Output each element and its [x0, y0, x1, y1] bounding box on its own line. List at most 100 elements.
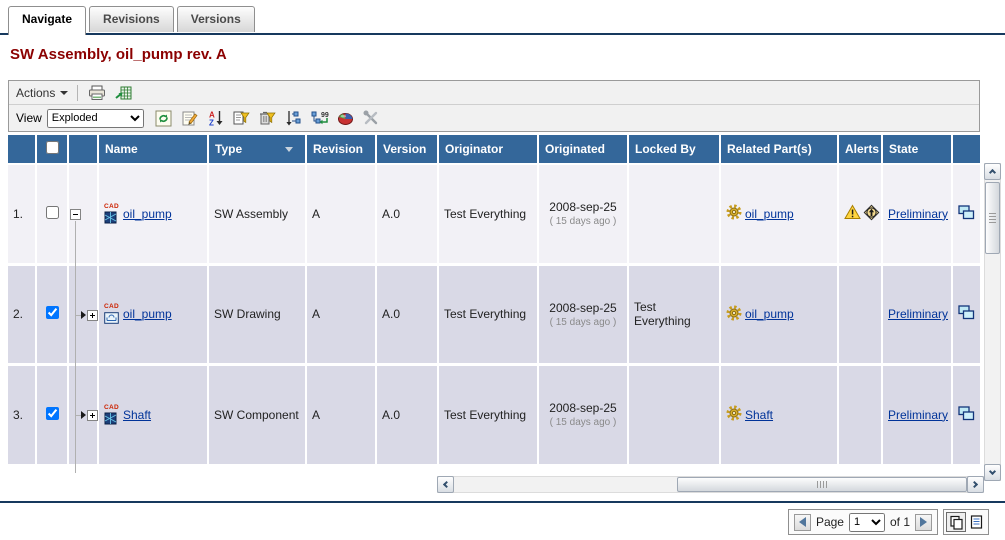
row-checkbox[interactable]	[46, 306, 59, 319]
related-part-link[interactable]: Shaft	[745, 408, 773, 422]
tab-revisions[interactable]: Revisions	[89, 6, 174, 32]
header-index	[8, 135, 36, 164]
renumber-icon[interactable]: 99	[310, 109, 330, 127]
open-window-icon[interactable]	[958, 309, 975, 323]
state-link[interactable]: Preliminary	[888, 207, 948, 221]
page-of-label: of 1	[890, 515, 910, 529]
header-type[interactable]: Type	[208, 135, 306, 164]
name-link[interactable]: Shaft	[123, 408, 151, 422]
originator-cell: Test Everything	[438, 264, 538, 364]
collapse-node-icon[interactable]	[70, 209, 81, 220]
single-page-view-icon[interactable]	[966, 512, 986, 532]
change-alert-icon[interactable]	[863, 204, 880, 224]
chevron-down-icon	[60, 91, 68, 95]
view-select[interactable]: Exploded	[47, 109, 144, 128]
next-page-button[interactable]	[915, 514, 932, 531]
alerts-cell	[838, 264, 882, 364]
export-table-icon[interactable]	[113, 84, 133, 102]
expand-node-icon[interactable]	[87, 310, 98, 321]
horizontal-scrollbar[interactable]	[437, 476, 984, 493]
tab-navigate[interactable]: Navigate	[8, 6, 86, 35]
state-link[interactable]: Preliminary	[888, 307, 948, 321]
vertical-scroll-thumb[interactable]	[985, 182, 1000, 254]
actions-row: Actions	[9, 81, 979, 105]
header-tree	[68, 135, 98, 164]
svg-text:99: 99	[321, 112, 329, 119]
row-number: 1.	[8, 164, 36, 264]
related-part-link[interactable]: oil_pump	[745, 307, 794, 321]
header-type-label: Type	[215, 142, 242, 156]
printer-icon[interactable]	[87, 84, 107, 102]
actions-menu-button[interactable]: Actions	[16, 86, 68, 100]
tools-icon[interactable]	[362, 109, 382, 127]
gear-icon	[726, 405, 742, 424]
header-select-all	[36, 135, 68, 164]
sort-structure-icon[interactable]	[284, 109, 304, 127]
revision-cell: A	[306, 264, 376, 364]
header-originator[interactable]: Originator	[438, 135, 538, 164]
select-all-checkbox[interactable]	[46, 141, 59, 154]
scroll-right-button[interactable]	[967, 476, 984, 493]
originated-ago: ( 15 days ago )	[544, 417, 622, 428]
refresh-icon[interactable]	[154, 109, 174, 127]
header-originated[interactable]: Originated	[538, 135, 628, 164]
row-checkbox[interactable]	[46, 206, 59, 219]
actions-label: Actions	[16, 86, 55, 100]
header-revision[interactable]: Revision	[306, 135, 376, 164]
state-link[interactable]: Preliminary	[888, 408, 948, 422]
alerts-cell	[838, 364, 882, 464]
header-locked-by[interactable]: Locked By	[628, 135, 720, 164]
page-select[interactable]: 1	[849, 513, 885, 532]
tree-arrow-icon	[81, 311, 86, 319]
toolbar: Actions View Exploded AZ	[8, 80, 980, 132]
horizontal-scroll-thumb[interactable]	[677, 477, 967, 492]
related-part-link[interactable]: oil_pump	[745, 207, 794, 221]
name-link[interactable]: oil_pump	[123, 207, 172, 221]
originated-ago: ( 15 days ago )	[544, 216, 622, 227]
header-state[interactable]: State	[882, 135, 952, 164]
vertical-scrollbar[interactable]	[984, 163, 1001, 481]
structure-table: Name Type Revision Version Originator Or…	[8, 135, 980, 464]
previous-page-button[interactable]	[794, 514, 811, 531]
header-actions	[952, 135, 980, 164]
row-number: 3.	[8, 364, 36, 464]
tab-versions[interactable]: Versions	[177, 6, 255, 32]
warning-icon[interactable]	[844, 204, 861, 223]
name-link[interactable]: oil_pump	[123, 307, 172, 321]
open-window-icon[interactable]	[958, 209, 975, 223]
originated-date: 2008-sep-25	[544, 200, 622, 214]
header-version[interactable]: Version	[376, 135, 438, 164]
originated-date: 2008-sep-25	[544, 301, 622, 315]
tab-bar: Navigate Revisions Versions	[8, 6, 255, 32]
filter-icon[interactable]	[232, 109, 252, 127]
version-cell: A.0	[376, 264, 438, 364]
tree-line	[75, 363, 76, 473]
locked-by-cell	[628, 364, 720, 464]
row-checkbox[interactable]	[46, 407, 59, 420]
toolbar-separator	[77, 85, 78, 101]
scroll-up-button[interactable]	[984, 163, 1001, 180]
type-cell: SW Drawing	[208, 264, 306, 364]
version-cell: A.0	[376, 164, 438, 264]
cad-part-icon: CAD	[104, 405, 119, 426]
svg-text:Z: Z	[209, 119, 214, 127]
scroll-down-button[interactable]	[984, 464, 1001, 481]
table-header-row: Name Type Revision Version Originator Or…	[8, 135, 980, 164]
open-window-icon[interactable]	[958, 410, 975, 424]
chart-icon[interactable]	[336, 109, 356, 127]
locked-by-cell: Test Everything	[628, 264, 720, 364]
remove-filter-icon[interactable]	[258, 109, 278, 127]
tab-divider	[0, 33, 1005, 35]
expand-node-icon[interactable]	[87, 410, 98, 421]
header-related-parts[interactable]: Related Part(s)	[720, 135, 838, 164]
edit-icon[interactable]	[180, 109, 200, 127]
multi-page-view-icon[interactable]	[946, 512, 966, 532]
sort-az-icon[interactable]: AZ	[206, 109, 226, 127]
header-alerts[interactable]: Alerts	[838, 135, 882, 164]
tree-line	[75, 221, 76, 268]
tree-line	[75, 263, 76, 369]
plm-structure-window: Navigate Revisions Versions SW Assembly,…	[0, 0, 1005, 540]
header-name[interactable]: Name	[98, 135, 208, 164]
scroll-left-button[interactable]	[437, 476, 454, 493]
version-cell: A.0	[376, 364, 438, 464]
